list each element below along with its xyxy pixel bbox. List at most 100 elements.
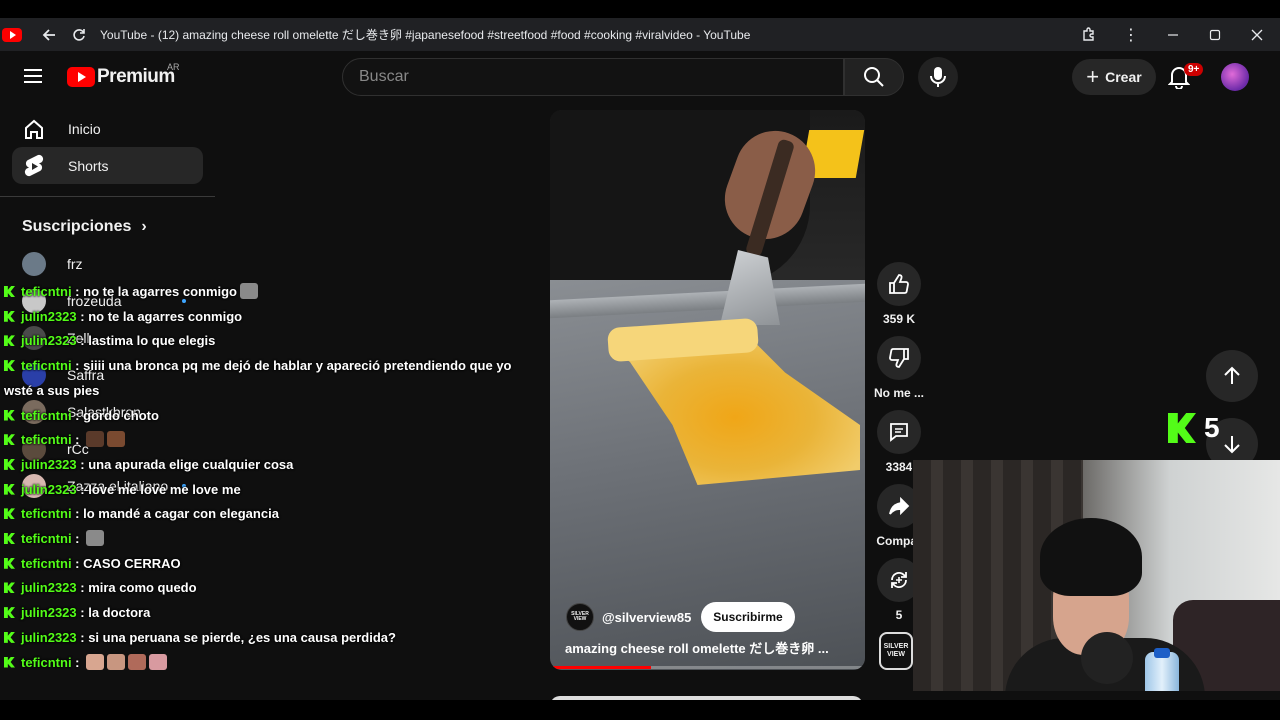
kick-logo-icon (1168, 413, 1196, 443)
shorts-icon (22, 154, 46, 178)
search-button[interactable] (844, 58, 904, 96)
sidebar-divider (0, 196, 215, 197)
chat-message: teficntni : CASO CERRAO (0, 552, 540, 577)
youtube-premium-logo[interactable]: Premium AR (67, 62, 180, 88)
audio-source-thumbnail[interactable]: SILVER VIEW (879, 632, 913, 670)
sidebar-item-label: Inicio (68, 120, 101, 137)
kick-badge-icon (4, 434, 15, 446)
subscribe-button[interactable]: Suscribirme (701, 602, 795, 632)
chat-message: teficntni : (0, 651, 540, 676)
chat-emote (86, 653, 105, 670)
previous-short-button[interactable] (1206, 350, 1258, 402)
browser-titlebar: YouTube - (12) amazing cheese roll omele… (0, 18, 1280, 51)
sidebar-item-home[interactable]: Inicio (12, 110, 203, 147)
arrow-up-icon (1224, 366, 1240, 384)
chat-text: una apurada elige cualquier cosa (88, 456, 294, 472)
thumbs-up-icon (889, 274, 909, 294)
dislike-button[interactable] (877, 336, 921, 380)
search-input[interactable] (343, 59, 843, 95)
chat-message: teficntni : no te la agarres conmigo (0, 280, 540, 305)
minimize-icon[interactable] (1158, 20, 1188, 50)
chat-emote (107, 653, 126, 670)
chat-text: mira como quedo (88, 580, 197, 596)
video-progress-bar[interactable] (550, 666, 865, 669)
kick-badge-icon (4, 458, 15, 470)
chat-message: julin2323 : lastima lo que elegis (0, 329, 540, 354)
subscriptions-heading[interactable]: Suscripciones › (0, 209, 215, 245)
chat-username: teficntni (21, 358, 72, 374)
chat-message: teficntni : (0, 428, 540, 453)
chat-message: teficntni : lo mandé a cagar con eleganc… (0, 502, 540, 527)
short-title[interactable]: amazing cheese roll omelette だし巻き卵 ... (565, 638, 829, 657)
kick-badge-icon (4, 508, 15, 520)
extensions-icon[interactable] (1074, 20, 1104, 50)
more-options-icon[interactable]: ⋮ (1116, 20, 1146, 50)
dislike-label: No me ... (874, 386, 925, 400)
close-icon[interactable] (1242, 20, 1272, 50)
chat-message: teficntni : siiii una bronca pq me dejó … (4, 358, 512, 398)
comment-icon (890, 423, 908, 442)
chat-username: teficntni (21, 555, 72, 571)
search-box (342, 58, 844, 96)
chat-username: julin2323 (21, 481, 77, 497)
chat-text: no te la agarres conmigo (83, 284, 237, 299)
window-title: YouTube - (12) amazing cheese roll omele… (100, 28, 751, 42)
share-icon (889, 496, 910, 516)
short-video-player[interactable]: SILVER VIEW @silverview85 Suscribirme am… (550, 110, 865, 670)
channel-name[interactable]: @silverview85 (602, 610, 691, 625)
chat-username: julin2323 (21, 308, 77, 324)
hamburger-menu-icon[interactable] (24, 69, 42, 83)
kick-badge-icon (4, 483, 15, 495)
kick-badge-icon (4, 607, 15, 619)
country-code: AR (167, 62, 180, 72)
video-progress-fill (550, 666, 651, 669)
chat-message: julin2323 : love me love me love me (0, 478, 540, 503)
chat-username: julin2323 (21, 629, 77, 645)
stream-chat-overlay: teficntni : no te la agarres conmigo juli… (0, 280, 540, 675)
chat-text: lastima lo que elegis (88, 333, 216, 349)
comment-count: 3384 (885, 460, 913, 474)
create-button[interactable]: + Crear (1072, 59, 1156, 95)
account-avatar[interactable] (1221, 63, 1249, 91)
channel-info: SILVER VIEW @silverview85 Suscribirme (566, 602, 795, 632)
kick-badge-icon (4, 582, 15, 594)
maximize-icon[interactable] (1200, 20, 1230, 50)
logo-text: Premium (97, 66, 175, 87)
arrow-down-icon (1224, 436, 1240, 454)
chat-username: teficntni (21, 407, 72, 423)
sidebar-item-shorts[interactable]: Shorts (12, 147, 203, 184)
youtube-play-icon (67, 67, 95, 87)
voice-search-button[interactable] (918, 57, 958, 97)
channel-avatar (22, 251, 46, 276)
chat-emote (86, 431, 105, 448)
thumbs-down-icon (889, 348, 909, 368)
chat-username: teficntni (21, 531, 72, 547)
chat-message: teficntni : (0, 527, 540, 552)
chat-text: lo mandé a cagar con elegancia (83, 506, 279, 522)
chat-message: julin2323 : la doctora (0, 601, 540, 626)
like-count: 359 K (882, 312, 916, 326)
webcam-person-hair (1040, 518, 1142, 596)
back-icon[interactable] (34, 20, 64, 50)
chat-text: love me love me love me (88, 481, 241, 497)
chat-text: si una peruana se pierde, ¿es una causa … (88, 629, 396, 645)
chat-text: gordo choto (83, 407, 159, 423)
kick-count-value: 5 (1204, 412, 1220, 443)
like-button[interactable] (877, 262, 921, 306)
chat-message: julin2323 : no te la agarres conmigo (0, 305, 540, 330)
channel-avatar[interactable]: SILVER VIEW (566, 603, 594, 631)
kick-badge-icon (4, 656, 15, 668)
reload-icon[interactable] (64, 20, 94, 50)
chat-text: la doctora (88, 605, 151, 621)
remix-count: 5 (895, 608, 903, 622)
kick-badge-icon (4, 557, 15, 569)
microphone-icon (930, 67, 946, 87)
kick-badge-icon (4, 360, 15, 372)
subscription-item[interactable]: frz (0, 245, 215, 282)
kick-badge-icon (4, 286, 15, 297)
chat-text: no te la agarres conmigo (88, 308, 243, 324)
notification-badge: 9+ (1184, 63, 1204, 76)
kick-badge-icon (4, 409, 15, 421)
comments-button[interactable] (877, 410, 921, 454)
webcam-microphone (1081, 632, 1133, 684)
